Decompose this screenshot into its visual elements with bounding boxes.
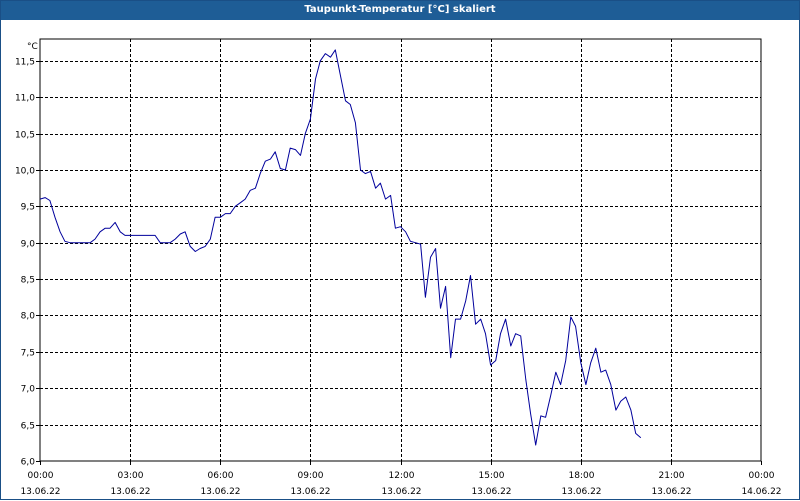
x-tick-date-label: 13.06.22 [290, 487, 330, 497]
line-chart: °C 6,0 6,5 7,0 7,5 8,0 8,5 9,0 9,5 10,0 10,5 11,0 1… [15, 38, 782, 497]
x-tick-time-label: 09:00 [298, 471, 324, 481]
grid [36, 39, 762, 465]
y-axis-ticks: 6,0 6,5 7,0 7,5 8,0 8,5 9,0 9,5 10,0 10,5 11,0 11,5 [15, 58, 35, 468]
y-tick-label: 11,5 [15, 58, 35, 68]
x-tick-date-label: 14.06.22 [741, 487, 781, 497]
x-tick-date-label: 13.06.22 [381, 487, 421, 497]
y-tick-label: 9,5 [21, 203, 35, 213]
y-tick-label: 10,0 [15, 167, 35, 177]
x-tick-time-label: 12:00 [389, 471, 415, 481]
x-tick-time-label: 15:00 [479, 471, 505, 481]
x-tick-time-label: 00:00 [749, 471, 775, 481]
x-tick-date-label: 13.06.22 [20, 487, 60, 497]
x-tick-date-label: 13.06.22 [561, 487, 601, 497]
y-tick-label: 6,0 [21, 458, 36, 468]
x-tick-date-label: 13.06.22 [651, 487, 691, 497]
x-tick-time-label: 00:00 [28, 471, 54, 481]
y-tick-label: 11,0 [15, 94, 35, 104]
plot-area [39, 38, 762, 462]
x-tick-time-label: 21:00 [659, 471, 685, 481]
x-tick-time-label: 03:00 [118, 471, 144, 481]
y-tick-label: 7,5 [21, 349, 35, 359]
x-axis-ticks: 00:00 13.06.22 03:00 13.06.22 06:00 13.06.22 0… [20, 471, 781, 497]
chart-window: Taupunkt-Temperatur [°C] skaliert °C 6,0… [0, 0, 800, 500]
x-tick-date-label: 13.06.22 [471, 487, 511, 497]
y-tick-label: 8,0 [21, 312, 36, 322]
y-tick-label: 9,0 [21, 240, 36, 250]
y-tick-label: 8,5 [21, 276, 35, 286]
y-tick-label: 7,0 [21, 385, 36, 395]
y-tick-label: 6,5 [21, 422, 35, 432]
x-tick-time-label: 06:00 [208, 471, 234, 481]
x-tick-date-label: 13.06.22 [200, 487, 240, 497]
x-tick-date-label: 13.06.22 [110, 487, 150, 497]
x-tick-time-label: 18:00 [569, 471, 595, 481]
y-tick-label: 10,5 [15, 131, 35, 141]
y-axis-unit-label: °C [27, 42, 38, 52]
